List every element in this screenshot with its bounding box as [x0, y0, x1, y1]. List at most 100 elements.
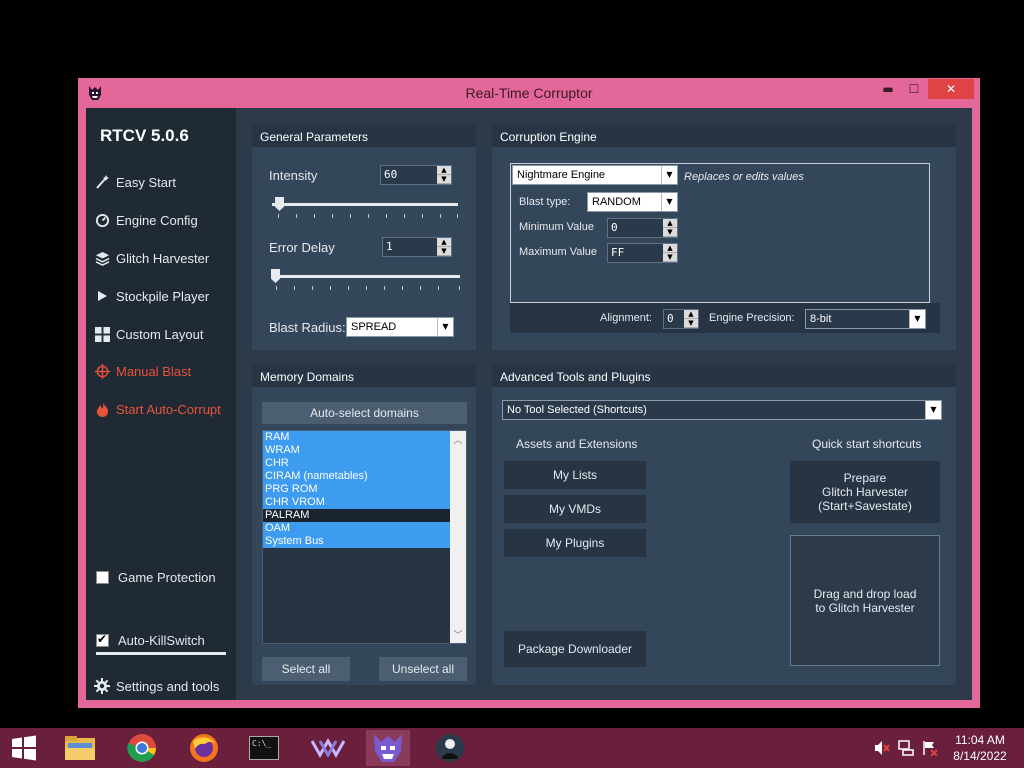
- minimize-button[interactable]: ▬: [874, 79, 902, 99]
- engine-select[interactable]: Nightmare Engine ▼: [512, 165, 678, 185]
- error-delay-slider-thumb[interactable]: [271, 269, 280, 283]
- settings-label: Settings and tools: [116, 678, 220, 694]
- network-icon[interactable]: [898, 740, 914, 756]
- cmd-icon: C:\_: [249, 736, 279, 760]
- gauge-icon: [94, 212, 110, 228]
- sidebar-item-easy-start[interactable]: Easy Start: [94, 170, 234, 194]
- blast-type-value: RANDOM: [592, 196, 641, 208]
- max-value-stepper[interactable]: FF ▲ ▼: [607, 243, 678, 263]
- package-downloader-button[interactable]: Package Downloader: [504, 631, 646, 667]
- taskbar-chrome[interactable]: [120, 730, 164, 766]
- error-delay-ticks: [272, 286, 460, 290]
- auto-select-domains-button[interactable]: Auto-select domains: [262, 402, 467, 424]
- start-button[interactable]: [2, 730, 46, 766]
- stepper-arrows[interactable]: ▲ ▼: [437, 238, 451, 256]
- checkbox-box-checked[interactable]: [96, 632, 109, 647]
- intensity-slider-thumb[interactable]: [275, 197, 284, 211]
- unselect-all-button[interactable]: Unselect all: [379, 657, 467, 681]
- taskbar-app-avatar[interactable]: [428, 730, 472, 766]
- tool-value: No Tool Selected (Shortcuts): [507, 404, 647, 416]
- intensity-stepper[interactable]: 60 ▲ ▼: [380, 165, 452, 185]
- list-item[interactable]: WRAM: [263, 444, 450, 457]
- prepare-line: Glitch Harvester: [821, 485, 909, 499]
- auto-killswitch-checkbox[interactable]: Auto-KillSwitch: [96, 632, 205, 648]
- my-plugins-button[interactable]: My Plugins: [504, 529, 646, 557]
- taskbar-rtcv-launcher[interactable]: [306, 730, 350, 766]
- sidebar-item-stockpile-player[interactable]: Stockpile Player: [94, 284, 234, 308]
- list-item[interactable]: CHR VROM: [263, 496, 450, 509]
- close-button[interactable]: ✕: [928, 79, 974, 99]
- intensity-label: Intensity: [269, 168, 318, 183]
- max-value: FF: [611, 246, 625, 259]
- sidebar-item-glitch-harvester[interactable]: Glitch Harvester: [94, 246, 234, 270]
- alignment-stepper[interactable]: 0 ▲ ▼: [663, 309, 699, 329]
- list-item[interactable]: System Bus: [263, 535, 450, 548]
- taskbar: C:\_ 11:04 AM 8/14/2022: [0, 728, 1024, 768]
- alignment-value: 0: [667, 312, 674, 325]
- my-lists-button[interactable]: My Lists: [504, 461, 646, 489]
- killswitch-progress-bar: [96, 652, 226, 655]
- list-item[interactable]: CHR: [263, 457, 450, 470]
- rtc-skull-icon: [374, 734, 402, 762]
- my-vmds-button[interactable]: My VMDs: [504, 495, 646, 523]
- panel-title: General Parameters: [252, 125, 476, 147]
- general-parameters-panel: General Parameters Intensity 60 ▲ ▼ Error…: [252, 125, 476, 350]
- list-item[interactable]: CIRAM (nametables): [263, 470, 450, 483]
- select-all-button[interactable]: Select all: [262, 657, 350, 681]
- taskbar-file-explorer[interactable]: [58, 730, 102, 766]
- list-scrollbar[interactable]: ︿ ﹀: [450, 431, 466, 643]
- drag-drop-zone[interactable]: Drag and drop load to Glitch Harvester: [790, 535, 940, 666]
- sidebar-item-start-auto-corrupt[interactable]: Start Auto-Corrupt: [94, 397, 234, 421]
- tool-select[interactable]: No Tool Selected (Shortcuts) ▼: [502, 400, 942, 420]
- error-delay-slider-track[interactable]: [272, 275, 460, 278]
- action-center-flag-icon[interactable]: [922, 740, 938, 756]
- blast-type-label: Blast type:: [519, 196, 571, 208]
- stepper-arrows[interactable]: ▲ ▼: [663, 219, 677, 237]
- system-clock[interactable]: 11:04 AM 8/14/2022: [944, 732, 1016, 764]
- prepare-glitch-harvester-button[interactable]: Prepare Glitch Harvester (Start+Savestat…: [790, 461, 940, 523]
- error-delay-value: 1: [386, 240, 393, 253]
- checkbox-box[interactable]: [96, 571, 109, 584]
- max-value-label: Maximum Value: [519, 246, 598, 258]
- sidebar-item-manual-blast[interactable]: Manual Blast: [94, 359, 234, 383]
- gear-icon: [94, 678, 110, 694]
- stepper-arrows[interactable]: ▲ ▼: [437, 166, 451, 184]
- list-item[interactable]: RAM: [263, 431, 450, 444]
- blast-radius-select[interactable]: SPREAD ▼: [346, 317, 454, 337]
- sidebar-item-label: Start Auto-Corrupt: [116, 401, 221, 417]
- alignment-label: Alignment:: [600, 312, 652, 324]
- game-protection-checkbox[interactable]: Game Protection: [96, 570, 216, 585]
- sidebar-item-label: Custom Layout: [116, 326, 204, 342]
- error-delay-stepper[interactable]: 1 ▲ ▼: [382, 237, 452, 257]
- maximize-button[interactable]: ☐: [900, 79, 928, 99]
- stepper-arrows[interactable]: ▲ ▼: [684, 310, 698, 328]
- folder-icon: [65, 736, 95, 760]
- list-item[interactable]: PALRAM: [263, 509, 450, 522]
- list-item[interactable]: PRG ROM: [263, 483, 450, 496]
- sidebar-item-label: Easy Start: [116, 174, 176, 190]
- sidebar-item-engine-config[interactable]: Engine Config: [94, 208, 234, 232]
- taskbar-command-prompt[interactable]: C:\_: [242, 730, 286, 766]
- title-bar[interactable]: Real-Time Corruptor ▬ ☐ ✕: [78, 78, 980, 108]
- memory-domain-list[interactable]: RAM WRAM CHR CIRAM (nametables) PRG ROM …: [262, 430, 467, 644]
- intensity-slider-track[interactable]: [272, 203, 458, 206]
- engine-precision-select[interactable]: 8-bit ▼: [805, 309, 926, 329]
- sidebar: RTCV 5.0.6 Easy Start Engine Config Glit…: [86, 108, 236, 700]
- blast-type-select[interactable]: RANDOM ▼: [587, 192, 678, 212]
- chrome-icon: [127, 734, 156, 762]
- taskbar-firefox[interactable]: [182, 730, 226, 766]
- taskbar-real-time-corruptor[interactable]: [366, 730, 410, 766]
- sidebar-item-custom-layout[interactable]: Custom Layout: [94, 322, 234, 346]
- speaker-muted-icon[interactable]: [874, 740, 890, 756]
- flame-icon: [94, 401, 110, 417]
- sidebar-item-label: Glitch Harvester: [116, 250, 210, 266]
- stepper-arrows[interactable]: ▲ ▼: [663, 244, 677, 262]
- sidebar-item-label: Manual Blast: [116, 363, 192, 379]
- settings-button[interactable]: Settings and tools: [94, 674, 234, 698]
- chevron-down-icon: ▼: [909, 310, 925, 328]
- list-item[interactable]: OAM: [263, 522, 450, 535]
- min-value-stepper[interactable]: 0 ▲ ▼: [607, 218, 678, 238]
- prepare-line: Prepare: [843, 471, 887, 485]
- grid-icon: [94, 326, 110, 342]
- blast-radius-label: Blast Radius:: [269, 320, 346, 335]
